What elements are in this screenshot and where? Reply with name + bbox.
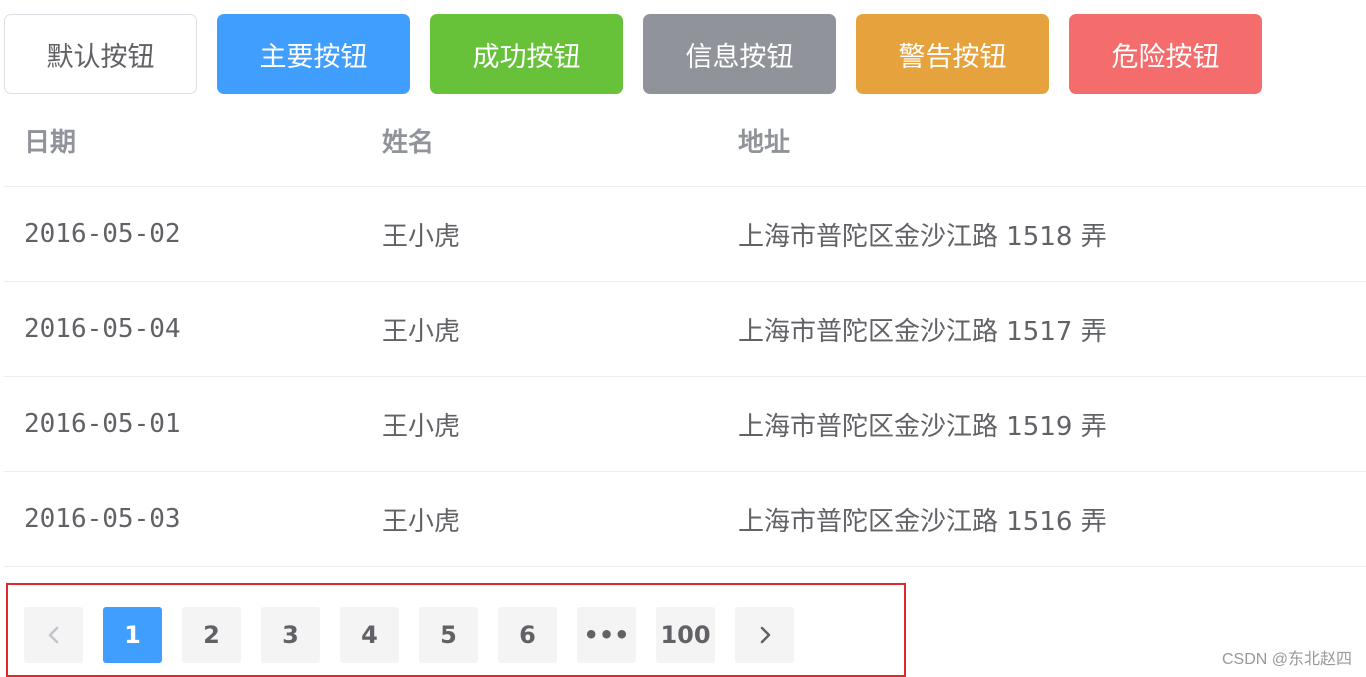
prev-page-button[interactable]: [24, 607, 83, 663]
primary-button[interactable]: 主要按钮: [217, 14, 410, 94]
page-button-100[interactable]: 100: [656, 607, 715, 663]
cell-name: 王小虎: [382, 221, 461, 252]
header-address: 地址: [738, 127, 791, 158]
next-page-button[interactable]: [735, 607, 794, 663]
cell-address: 上海市普陀区金沙江路 1516 弄: [738, 506, 1107, 537]
cell-date: 2016-05-04: [24, 314, 181, 344]
success-button[interactable]: 成功按钮: [430, 14, 623, 94]
cell-name: 王小虎: [382, 316, 461, 347]
cell-name: 王小虎: [382, 506, 461, 537]
table-header-row: 日期 姓名 地址: [4, 94, 1366, 187]
page-button-4[interactable]: 4: [340, 607, 399, 663]
chevron-left-icon: [48, 626, 58, 644]
page-button-2[interactable]: 2: [182, 607, 241, 663]
info-button[interactable]: 信息按钮: [643, 14, 836, 94]
button-row: 默认按钮 主要按钮 成功按钮 信息按钮 警告按钮 危险按钮: [4, 14, 1282, 94]
page-button-3[interactable]: 3: [261, 607, 320, 663]
page-button-5[interactable]: 5: [419, 607, 478, 663]
pagination: 1 2 3 4 5 6 ••• 100: [24, 607, 814, 663]
danger-button[interactable]: 危险按钮: [1069, 14, 1262, 94]
cell-name: 王小虎: [382, 411, 461, 442]
warning-button[interactable]: 警告按钮: [856, 14, 1049, 94]
cell-date: 2016-05-02: [24, 219, 181, 249]
table-row[interactable]: 2016-05-03 王小虎 上海市普陀区金沙江路 1516 弄: [4, 472, 1366, 567]
pagination-highlight-box: 1 2 3 4 5 6 ••• 100: [6, 583, 906, 677]
cell-address: 上海市普陀区金沙江路 1518 弄: [738, 221, 1107, 252]
page: 默认按钮 主要按钮 成功按钮 信息按钮 警告按钮 危险按钮 日期 姓名 地址 2…: [0, 0, 1366, 677]
header-date: 日期: [24, 127, 77, 158]
data-table: 日期 姓名 地址 2016-05-02 王小虎 上海市普陀区金沙江路 1518 …: [4, 94, 1366, 567]
cell-date: 2016-05-01: [24, 409, 181, 439]
page-button-1[interactable]: 1: [103, 607, 162, 663]
cell-address: 上海市普陀区金沙江路 1519 弄: [738, 411, 1107, 442]
table-row[interactable]: 2016-05-04 王小虎 上海市普陀区金沙江路 1517 弄: [4, 282, 1366, 377]
cell-address: 上海市普陀区金沙江路 1517 弄: [738, 316, 1107, 347]
page-button-6[interactable]: 6: [498, 607, 557, 663]
watermark: CSDN @东北赵四: [1221, 651, 1352, 668]
table-row[interactable]: 2016-05-02 王小虎 上海市普陀区金沙江路 1518 弄: [4, 187, 1366, 282]
cell-date: 2016-05-03: [24, 504, 181, 534]
table-row[interactable]: 2016-05-01 王小虎 上海市普陀区金沙江路 1519 弄: [4, 377, 1366, 472]
chevron-right-icon: [760, 626, 770, 644]
default-button[interactable]: 默认按钮: [4, 14, 197, 94]
more-pages-button[interactable]: •••: [577, 607, 636, 663]
header-name: 姓名: [382, 127, 435, 158]
